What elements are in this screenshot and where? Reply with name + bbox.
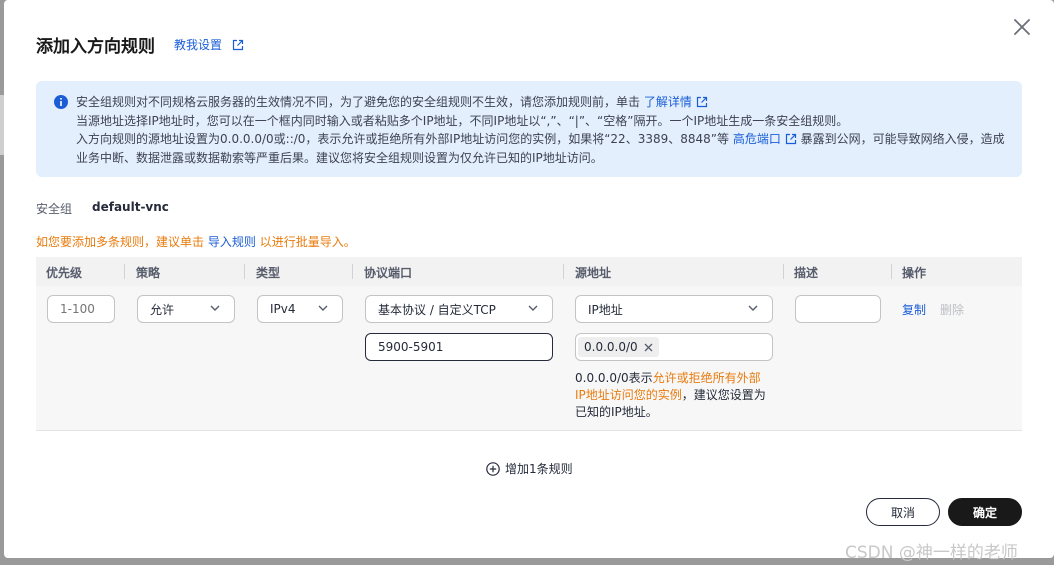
type-select[interactable]: IPv4: [257, 295, 343, 323]
import-tip: 如您要添加多条规则，建议单击 导入规则 以进行批量导入。: [36, 233, 356, 250]
plus-circle-icon: [486, 461, 500, 476]
external-link-icon: [232, 39, 244, 50]
header-actions: 操作: [902, 266, 927, 280]
header-separator: [352, 264, 353, 279]
notice-line-3-text-a: 入方向规则的源地址设置为0.0.0.0/0或::/0，表示允许或拒绝所有外部IP…: [76, 132, 729, 146]
header-source: 源地址: [575, 266, 612, 280]
source-type-select[interactable]: IP地址: [575, 295, 773, 323]
dialog-title: 添加入方向规则: [36, 37, 155, 57]
copy-rule-button[interactable]: 复制: [902, 301, 926, 318]
watermark: CSDN @神一样的老师: [845, 543, 1018, 563]
chevron-down-icon: [528, 305, 538, 311]
policy-select[interactable]: 允许: [137, 295, 235, 323]
tutorial-link-label: 教我设置: [174, 38, 223, 52]
notice-line-1-text: 安全组规则对不同规格云服务器的生效情况不同，为了避免您的安全组规则不生效，请您添…: [76, 95, 641, 109]
delete-rule-button[interactable]: 删除: [940, 301, 964, 318]
description-input[interactable]: [795, 295, 881, 323]
header-separator: [783, 264, 784, 279]
source-type-select-value: IP地址: [588, 302, 623, 317]
security-group-value: default-vnc: [92, 200, 169, 214]
rules-table-header: 优先级 策略 类型 协议端口 源地址 描述 操作: [36, 257, 1022, 286]
protocol-select[interactable]: 基本协议 / 自定义TCP: [365, 295, 553, 323]
priority-input[interactable]: [47, 295, 115, 323]
info-icon: [54, 95, 68, 109]
external-link-icon: [696, 96, 707, 108]
security-group-row: 安全组 default-vnc: [36, 200, 169, 217]
add-rule-label: 增加1条规则: [505, 462, 573, 476]
notice-text: 安全组规则对不同规格云服务器的生效情况不同，为了避免您的安全组规则不生效，请您添…: [76, 93, 1006, 167]
notice-line-3: 入方向规则的源地址设置为0.0.0.0/0或::/0，表示允许或拒绝所有外部IP…: [76, 130, 1006, 149]
chevron-down-icon: [748, 305, 758, 311]
learn-more-link[interactable]: 了解详情: [644, 95, 692, 109]
port-input-value: 5900-5901: [378, 340, 444, 354]
import-tip-suffix: 以进行批量导入。: [259, 235, 356, 249]
external-link-icon: [785, 133, 796, 145]
source-address-hint: 0.0.0.0/0表示允许或拒绝所有外部IP地址访问您的实例，建议您设置为已知的…: [575, 370, 771, 421]
type-select-value: IPv4: [270, 302, 296, 316]
confirm-button[interactable]: 确定: [948, 498, 1022, 526]
cancel-button[interactable]: 取消: [866, 498, 940, 526]
header-separator: [891, 264, 892, 279]
header-type: 类型: [256, 266, 281, 280]
policy-select-value: 允许: [150, 302, 175, 317]
header-protocol-port: 协议端口: [364, 266, 413, 280]
notice-line-4: 业务中断、数据泄露或数据勒索等严重后果。建议您将安全组规则设置为仅允许已知的IP…: [76, 150, 603, 165]
port-input[interactable]: 5900-5901: [365, 333, 553, 361]
add-rule-button[interactable]: 增加1条规则: [486, 460, 573, 477]
notice-line-1: 安全组规则对不同规格云服务器的生效情况不同，为了避免您的安全组规则不生效，请您添…: [76, 93, 1006, 112]
close-icon[interactable]: [1011, 16, 1033, 38]
header-separator: [124, 264, 125, 279]
source-hint-text-a: 0.0.0.0/0表示: [575, 371, 653, 385]
security-group-label: 安全组: [36, 202, 73, 216]
protocol-select-value: 基本协议 / 自定义TCP: [378, 302, 496, 317]
header-separator: [563, 264, 564, 279]
tutorial-link[interactable]: 教我设置: [174, 36, 244, 53]
notice-line-2: 当源地址选择IP地址时，您可以在一个框内同时输入或者粘贴多个IP地址，不同IP地…: [76, 113, 849, 128]
high-risk-ports-link[interactable]: 高危端口: [733, 132, 781, 146]
import-rules-link[interactable]: 导入规则: [208, 235, 256, 249]
chevron-down-icon: [318, 305, 328, 311]
add-inbound-rule-dialog: 添加入方向规则 教我设置 安全组规则对不同规格云服务器的生效情况不同，为了避免您…: [4, 0, 1054, 558]
notice-line-3-text-b: 暴露到公网，可能导致网络入侵，造成: [800, 132, 1005, 146]
close-icon[interactable]: [644, 343, 653, 352]
header-separator: [244, 264, 245, 279]
import-tip-prefix: 如您要添加多条规则，建议单击: [36, 235, 205, 249]
source-address-tag-label: 0.0.0.0/0: [584, 340, 638, 354]
header-policy: 策略: [136, 266, 161, 280]
source-address-tag: 0.0.0.0/0: [578, 337, 659, 357]
notice-banner: 安全组规则对不同规格云服务器的生效情况不同，为了避免您的安全组规则不生效，请您添…: [36, 81, 1022, 177]
header-description: 描述: [794, 266, 819, 280]
chevron-down-icon: [210, 305, 220, 311]
header-priority: 优先级: [46, 266, 83, 280]
